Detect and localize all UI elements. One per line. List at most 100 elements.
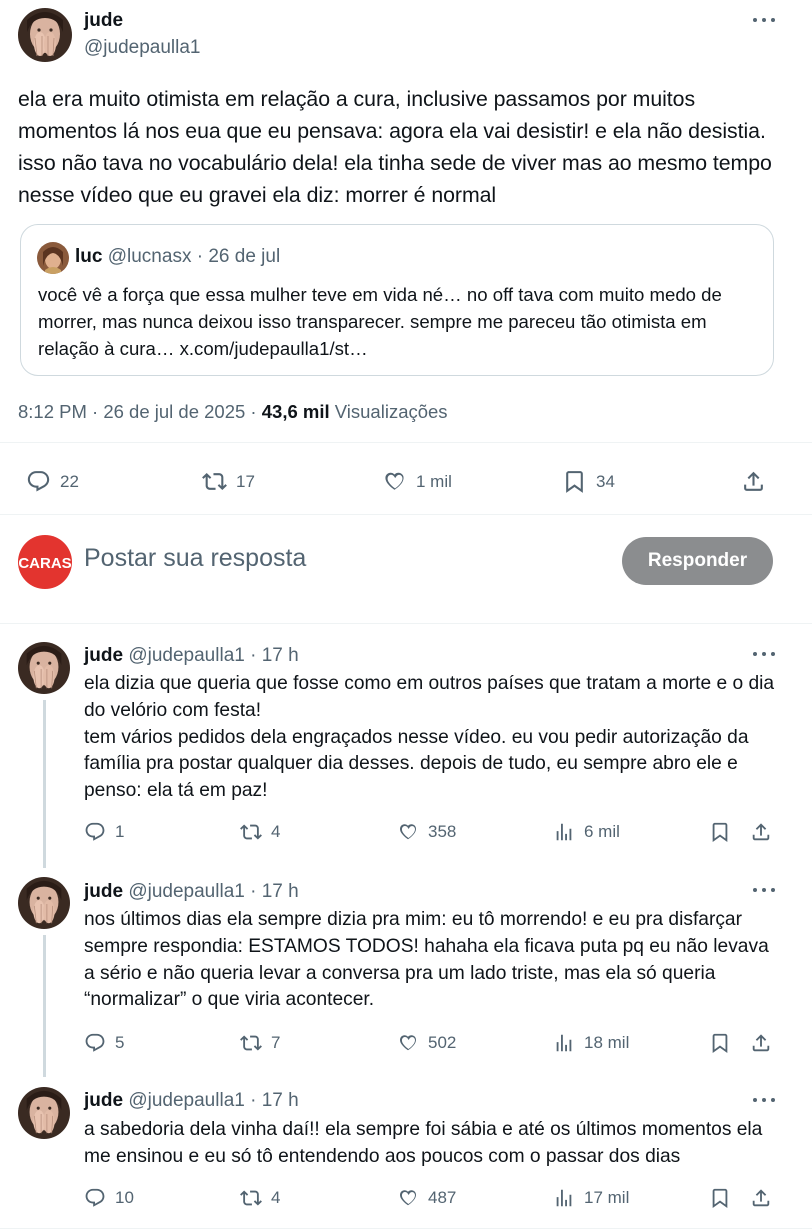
author-handle[interactable]: @judepaulla1 (84, 37, 201, 59)
views-count: 43,6 mil (261, 401, 330, 422)
like-button[interactable]: 487 (397, 1187, 456, 1209)
tweet-meta: 8:12 PM · 26 de jul de 2025 · 43,6 mil V… (18, 401, 448, 423)
quoted-tweet[interactable]: luc @lucnasx · 26 de jul você vê a força… (20, 224, 774, 376)
like-count: 502 (428, 1033, 457, 1052)
views-button[interactable]: 18 mil (553, 1032, 629, 1054)
reply-time[interactable]: · 17 h (250, 881, 299, 902)
reply-header: jude @judepaulla1 · 17 h (84, 881, 299, 903)
reply-time[interactable]: · 17 h (250, 1090, 299, 1111)
caras-avatar[interactable]: CARAS (18, 535, 72, 589)
repost-button[interactable]: 4 (240, 1187, 280, 1209)
share-icon (750, 821, 772, 843)
more-icon[interactable] (750, 10, 778, 30)
bookmark-count: 34 (596, 471, 615, 491)
quoted-author-avatar (37, 242, 69, 274)
share-icon (750, 1187, 772, 1209)
more-icon[interactable] (750, 644, 778, 664)
reply-header: jude @judepaulla1 · 17 h (84, 645, 299, 667)
like-button[interactable]: 1 mil (382, 469, 452, 494)
like-count: 1 mil (416, 471, 452, 491)
views-count: 17 mil (584, 1188, 630, 1207)
repost-count: 7 (271, 1033, 281, 1052)
reply-author-name[interactable]: jude (84, 645, 123, 666)
like-icon (397, 821, 419, 843)
like-button[interactable]: 502 (397, 1032, 456, 1054)
reply-button[interactable]: 22 (26, 469, 79, 494)
tweet-timestamp[interactable]: 8:12 PM · 26 de jul de 2025 · (18, 401, 257, 422)
reply-avatar[interactable] (18, 642, 70, 694)
reply-count: 22 (60, 471, 79, 491)
repost-count: 4 (271, 1188, 281, 1207)
share-button[interactable] (750, 821, 772, 843)
like-icon (397, 1187, 419, 1209)
reply-avatar[interactable] (18, 1087, 70, 1139)
reply-count: 10 (115, 1188, 134, 1207)
like-icon (397, 1032, 419, 1054)
bookmark-icon (709, 1187, 731, 1209)
reply-text: a sabedoria dela vinha daí!! ela sempre … (84, 1119, 763, 1167)
more-icon[interactable] (750, 880, 778, 900)
views-label: Visualizações (334, 401, 448, 422)
caras-logo-text: CARAS (18, 555, 71, 572)
bookmark-button[interactable] (709, 1032, 731, 1054)
views-icon (553, 821, 575, 843)
bookmark-icon (709, 1032, 731, 1054)
repost-count: 17 (236, 471, 255, 491)
share-icon (750, 1032, 772, 1054)
thread-line (43, 935, 46, 1077)
reply-button[interactable]: 5 (84, 1032, 124, 1054)
repost-count: 4 (271, 822, 281, 841)
reply-icon (84, 1032, 106, 1054)
repost-button[interactable]: 17 (202, 469, 255, 494)
repost-button[interactable]: 4 (240, 821, 280, 843)
reply-author-handle[interactable]: @judepaulla1 (128, 645, 245, 666)
bookmark-button[interactable] (709, 1187, 731, 1209)
tweet-text: ela era muito otimista em relação a cura… (18, 87, 772, 207)
reply-avatar[interactable] (18, 877, 70, 929)
views-count: 6 mil (584, 822, 620, 841)
reply-text: ela dizia que queria que fosse como em o… (84, 673, 775, 802)
responder-button[interactable]: Responder (622, 537, 773, 585)
like-icon (382, 469, 407, 494)
reply-author-name[interactable]: jude (84, 881, 123, 902)
views-count: 18 mil (584, 1033, 630, 1052)
reply-count: 1 (115, 822, 125, 841)
quoted-header: luc @lucnasx · 26 de jul (75, 246, 280, 268)
reply-author-handle[interactable]: @judepaulla1 (128, 1090, 245, 1111)
reply-icon (84, 1187, 106, 1209)
more-icon[interactable] (750, 1090, 778, 1110)
divider (0, 514, 812, 515)
reply-author-name[interactable]: jude (84, 1090, 123, 1111)
reply-button[interactable]: 10 (84, 1187, 134, 1209)
repost-icon (240, 1032, 262, 1054)
repost-icon (202, 469, 227, 494)
share-icon (741, 469, 766, 494)
reply-button[interactable]: 1 (84, 821, 124, 843)
bookmark-button[interactable]: 34 (562, 469, 615, 494)
repost-button[interactable]: 7 (240, 1032, 280, 1054)
reply-input[interactable]: Postar sua resposta (84, 544, 306, 573)
views-button[interactable]: 6 mil (553, 821, 620, 843)
reply-author-handle[interactable]: @judepaulla1 (128, 881, 245, 902)
views-icon (553, 1187, 575, 1209)
like-count: 358 (428, 822, 457, 841)
share-button[interactable] (750, 1187, 772, 1209)
quoted-author-handle: @lucnasx (107, 246, 192, 267)
share-button[interactable] (741, 469, 766, 494)
thread-line (43, 700, 46, 868)
author-name[interactable]: jude (84, 10, 123, 32)
divider (0, 1228, 812, 1229)
reply-count: 5 (115, 1033, 125, 1052)
quoted-date: · 26 de jul (196, 246, 281, 267)
author-avatar[interactable] (18, 8, 72, 62)
reply-time[interactable]: · 17 h (250, 645, 299, 666)
bookmark-icon (562, 469, 587, 494)
bookmark-button[interactable] (709, 821, 731, 843)
bookmark-icon (709, 821, 731, 843)
repost-icon (240, 1187, 262, 1209)
quoted-text: você vê a força que essa mulher teve em … (38, 284, 722, 359)
repost-icon (240, 821, 262, 843)
like-button[interactable]: 358 (397, 821, 456, 843)
share-button[interactable] (750, 1032, 772, 1054)
views-button[interactable]: 17 mil (553, 1187, 629, 1209)
